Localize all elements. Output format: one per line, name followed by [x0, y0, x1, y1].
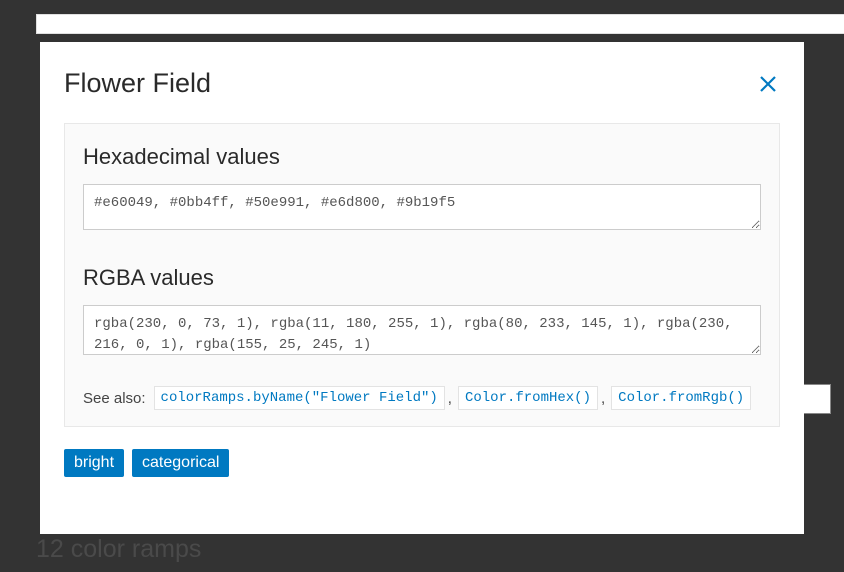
tag-categorical[interactable]: categorical	[132, 449, 229, 477]
close-icon	[758, 74, 778, 94]
close-button[interactable]	[756, 72, 780, 96]
background-strip	[36, 14, 844, 34]
background-subtitle: 12 color ramps	[36, 535, 201, 564]
tag-bright[interactable]: bright	[64, 449, 124, 477]
values-panel: Hexadecimal values RGBA values See also:…	[64, 123, 780, 427]
hex-values-textarea[interactable]	[83, 184, 761, 230]
hex-section-title: Hexadecimal values	[83, 144, 761, 170]
background-box	[801, 384, 831, 414]
tag-row: bright categorical	[64, 449, 780, 477]
separator: ,	[448, 390, 452, 407]
rgba-values-textarea[interactable]	[83, 305, 761, 355]
rgba-section-title: RGBA values	[83, 265, 761, 291]
see-also-row: See also: colorRamps.byName("Flower Fiel…	[83, 386, 761, 410]
modal-header: Flower Field	[64, 68, 780, 99]
see-also-label: See also:	[83, 390, 146, 407]
see-also-link-byname[interactable]: colorRamps.byName("Flower Field")	[154, 386, 445, 410]
see-also-link-fromrgb[interactable]: Color.fromRgb()	[611, 386, 751, 410]
color-ramp-modal: Flower Field Hexadecimal values RGBA val…	[40, 42, 804, 534]
modal-title: Flower Field	[64, 68, 211, 99]
see-also-link-fromhex[interactable]: Color.fromHex()	[458, 386, 598, 410]
separator: ,	[601, 390, 605, 407]
